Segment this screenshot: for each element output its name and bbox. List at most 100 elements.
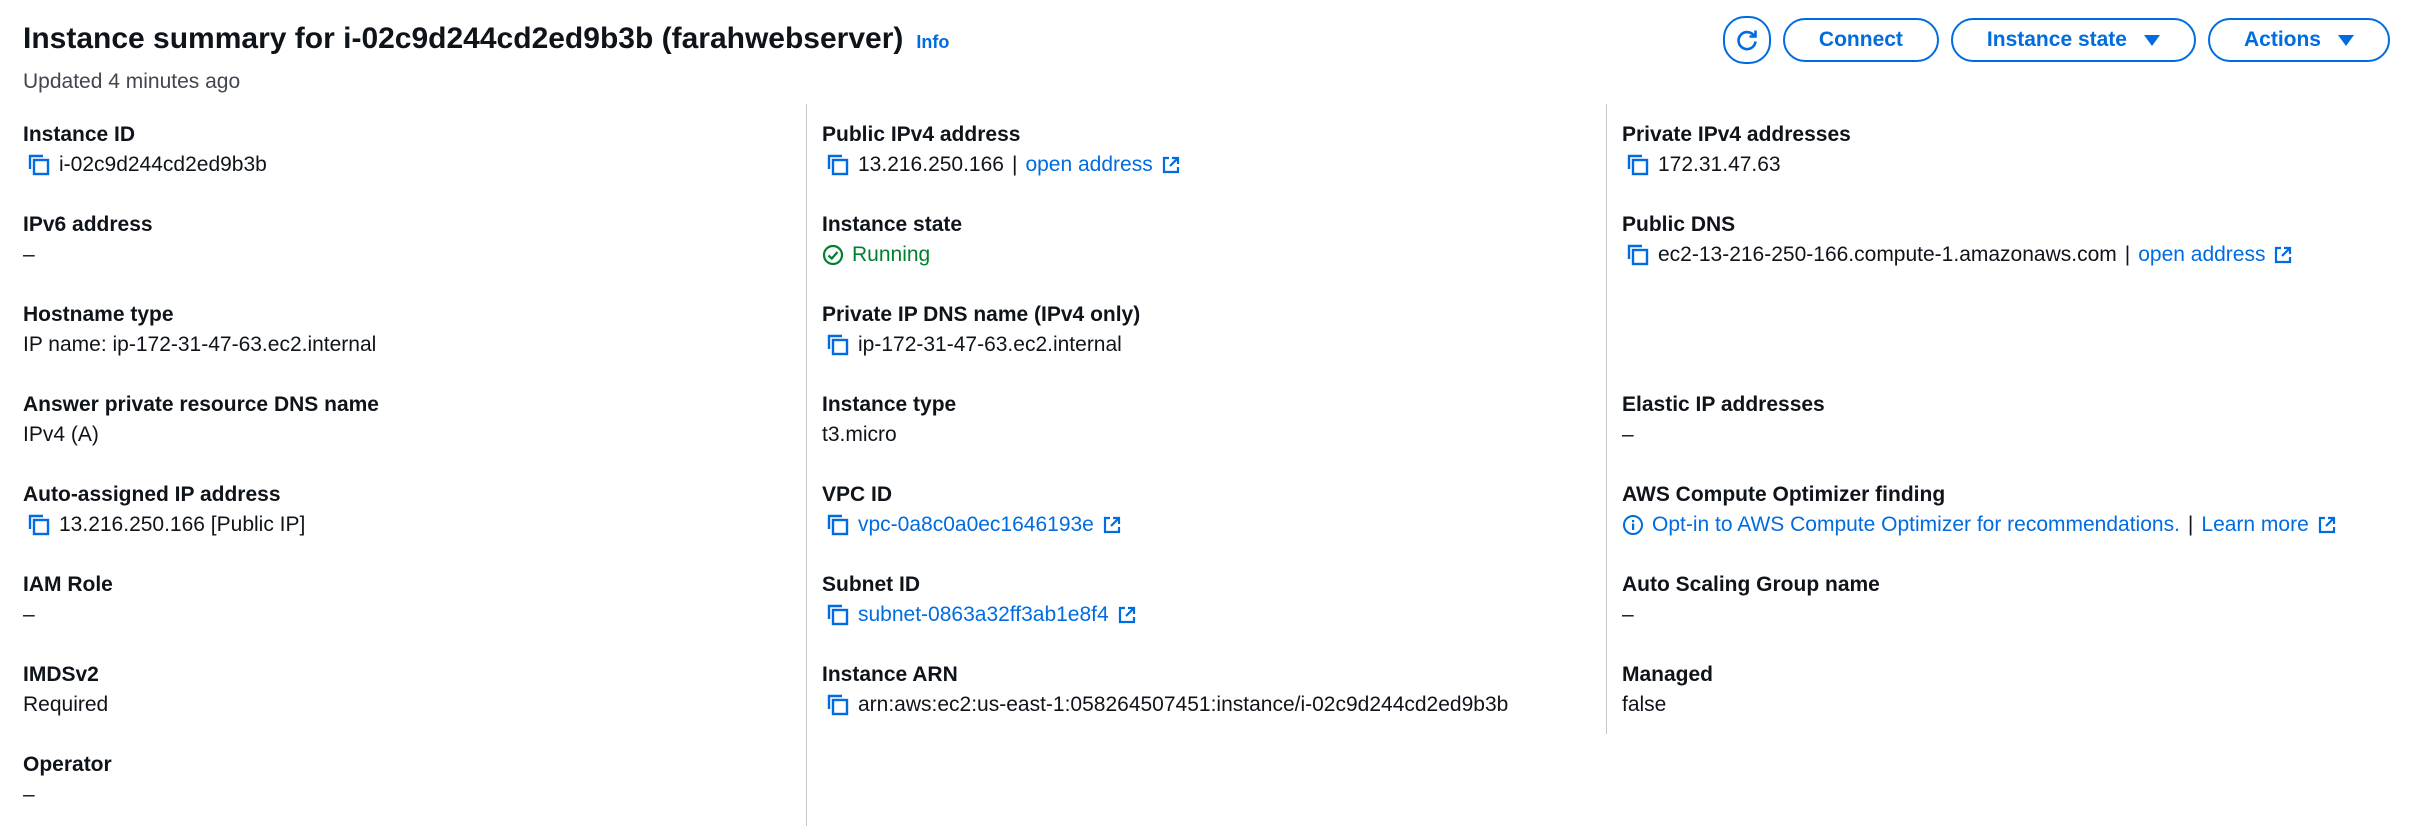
vpc-id-link[interactable]: vpc-0a8c0a0ec1646193e [858,512,1094,538]
field-label: AWS Compute Optimizer finding [1622,483,1946,506]
copy-icon[interactable] [27,153,51,177]
field-label: Public DNS [1622,213,1736,236]
field-auto-ip: Auto-assigned IP address 13.216.250.166 … [23,482,305,538]
separator: | [2124,243,2131,266]
external-link-icon [1102,515,1122,535]
field-label: Private IP DNS name (IPv4 only) [822,303,1141,326]
field-label: Auto-assigned IP address [23,483,281,506]
iam-role-value: – [23,603,35,626]
public-ipv4-value: 13.216.250.166 [858,153,1004,176]
field-operator: Operator – [23,752,112,808]
field-public-ipv4: Public IPv4 address 13.216.250.166 | ope… [822,122,1181,178]
field-value: ip-172-31-47-63.ec2.internal [822,332,1140,358]
public-dns-value: ec2-13-216-250-166.compute-1.amazonaws.c… [1658,243,2117,266]
separator: | [2187,513,2194,536]
field-iam-role: IAM Role – [23,572,113,628]
field-value: 172.31.47.63 [1622,152,1851,178]
external-link-icon [1117,605,1137,625]
field-managed: Managed false [1622,662,1713,718]
separator: | [1011,153,1018,176]
field-value: ec2-13-216-250-166.compute-1.amazonaws.c… [1622,242,2293,268]
field-label: Private IPv4 addresses [1622,123,1851,146]
field-label: Instance type [822,393,957,416]
copy-icon[interactable] [826,693,850,717]
updated-timestamp: Updated 4 minutes ago [23,70,241,93]
refresh-button[interactable] [1722,16,1771,64]
field-value: 13.216.250.166 [Public IP] [23,512,305,538]
private-dns-value: ip-172-31-47-63.ec2.internal [858,333,1122,356]
copy-icon[interactable] [826,603,850,627]
field-label: Auto Scaling Group name [1622,573,1880,596]
field-value: arn:aws:ec2:us-east-1:058264507451:insta… [822,692,1508,718]
learn-more-link[interactable]: Learn more [2201,512,2308,538]
connect-button[interactable]: Connect [1782,18,1939,62]
field-label: Elastic IP addresses [1622,393,1825,416]
open-address-link[interactable]: open address [1025,152,1152,178]
instance-id-value: i-02c9d244cd2ed9b3b [59,153,267,176]
instance-arn-value: arn:aws:ec2:us-east-1:058264507451:insta… [858,693,1509,716]
field-hostname-type: Hostname type IP name: ip-172-31-47-63.e… [23,302,376,358]
optimizer-opt-in-link[interactable]: Opt-in to AWS Compute Optimizer for reco… [1652,512,2180,538]
field-label: Instance ARN [822,663,958,686]
page-header: Instance summary for i-02c9d244cd2ed9b3b… [23,22,949,94]
copy-icon[interactable] [826,333,850,357]
field-label: IPv6 address [23,213,153,236]
column-divider [1606,104,1607,734]
field-label: IMDSv2 [23,663,99,686]
check-circle-icon [822,244,844,266]
copy-icon[interactable] [27,513,51,537]
field-answer-dns: Answer private resource DNS name IPv4 (A… [23,392,379,448]
field-public-dns: Public DNS ec2-13-216-250-166.compute-1.… [1622,212,2293,268]
field-compute-optimizer: AWS Compute Optimizer finding Opt-in to … [1622,482,2337,538]
open-address-link[interactable]: open address [2138,242,2265,268]
copy-icon[interactable] [826,153,850,177]
field-subnet-id: Subnet ID subnet-0863a32ff3ab1e8f4 [822,572,1137,628]
column-divider [806,104,807,826]
field-label: Subnet ID [822,573,920,596]
field-label: Answer private resource DNS name [23,393,379,416]
instance-state-dropdown[interactable]: Instance state [1950,18,2196,62]
elastic-ip-value: – [1622,423,1634,446]
copy-icon[interactable] [826,513,850,537]
field-value: Opt-in to AWS Compute Optimizer for reco… [1622,512,2337,538]
copy-icon[interactable] [1626,153,1650,177]
asg-value: – [1622,603,1634,626]
instance-state-value: Running [852,243,931,266]
field-value: vpc-0a8c0a0ec1646193e [822,512,1122,538]
caret-down-icon [2338,34,2354,46]
field-vpc-id: VPC ID vpc-0a8c0a0ec1646193e [822,482,1122,538]
field-label: Instance state [822,213,963,236]
external-link-icon [2317,515,2337,535]
subnet-id-link[interactable]: subnet-0863a32ff3ab1e8f4 [858,602,1109,628]
field-instance-arn: Instance ARN arn:aws:ec2:us-east-1:05826… [822,662,1508,718]
info-circle-icon [1623,515,1643,535]
refresh-icon [1737,30,1757,51]
field-private-ipv4: Private IPv4 addresses 172.31.47.63 [1622,122,1851,178]
field-value: Running [822,242,962,268]
auto-ip-value: 13.216.250.166 [Public IP] [59,513,306,536]
field-value: 13.216.250.166 | open address [822,152,1181,178]
caret-down-icon [2143,34,2160,46]
external-link-icon [1161,155,1181,175]
field-label: Public IPv4 address [822,123,1021,146]
field-label: Hostname type [23,303,174,326]
field-instance-state: Instance state Running [822,212,962,268]
info-link[interactable]: Info [916,32,949,53]
field-ipv6: IPv6 address – [23,212,153,268]
managed-value: false [1622,693,1667,716]
field-label: IAM Role [23,573,113,596]
field-label: Managed [1622,663,1714,686]
answer-dns-value: IPv4 (A) [23,423,99,446]
field-imdsv2: IMDSv2 Required [23,662,108,718]
field-label: VPC ID [822,483,893,506]
field-value: subnet-0863a32ff3ab1e8f4 [822,602,1137,628]
field-label: Operator [23,753,112,776]
title-row: Instance summary for i-02c9d244cd2ed9b3b… [23,22,949,56]
field-asg-name: Auto Scaling Group name – [1622,572,1880,628]
field-value: i-02c9d244cd2ed9b3b [23,152,267,178]
actions-dropdown[interactable]: Actions [2207,18,2390,62]
copy-icon[interactable] [1626,243,1650,267]
hostname-type-value: IP name: ip-172-31-47-63.ec2.internal [23,333,377,356]
field-elastic-ip: Elastic IP addresses – [1622,392,1825,448]
ipv6-value: – [23,243,35,266]
